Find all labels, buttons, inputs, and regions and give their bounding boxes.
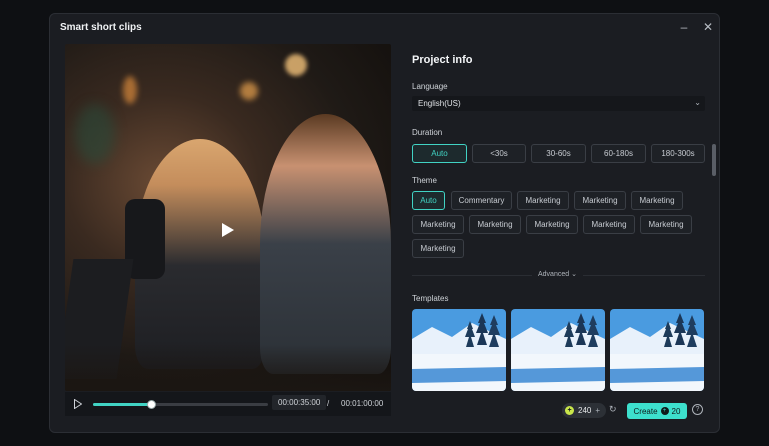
duration-auto[interactable]: Auto xyxy=(412,144,467,163)
template-thumbnail[interactable] xyxy=(610,309,704,391)
duration-60-180s[interactable]: 60-180s xyxy=(591,144,646,163)
advanced-toggle[interactable]: Advanced ⌄ xyxy=(532,270,583,278)
progress-slider[interactable] xyxy=(93,400,268,409)
smart-short-clips-dialog: Smart short clips – ✕ 00:00:35:00 / 00:0… xyxy=(49,13,720,433)
play-icon[interactable] xyxy=(74,399,82,409)
theme-marketing[interactable]: Marketing xyxy=(574,191,626,210)
credits-value: 240 xyxy=(578,406,592,415)
theme-label: Theme xyxy=(412,176,437,185)
language-label: Language xyxy=(412,82,448,91)
chevron-down-icon: ⌄ xyxy=(694,98,701,107)
winter-landscape-image xyxy=(511,309,605,391)
credits-badge[interactable]: + 240 + xyxy=(562,403,606,418)
help-icon[interactable]: ? xyxy=(692,404,703,415)
theme-commentary[interactable]: Commentary xyxy=(451,191,512,210)
chevron-down-icon: ⌄ xyxy=(571,271,577,278)
theme-marketing[interactable]: Marketing xyxy=(640,215,692,234)
template-thumbnail[interactable] xyxy=(511,309,605,391)
progress-fill xyxy=(93,403,151,406)
duration-180-300s[interactable]: 180-300s xyxy=(651,144,705,163)
bokeh-light xyxy=(285,54,307,76)
create-button[interactable]: Create + 20 xyxy=(627,403,687,419)
minimize-icon[interactable]: – xyxy=(676,19,692,35)
man-figure xyxy=(260,114,391,374)
language-select[interactable]: English(US) ⌄ xyxy=(412,96,705,111)
theme-marketing[interactable]: Marketing xyxy=(469,215,521,234)
panel-scrollbar[interactable] xyxy=(712,144,716,176)
templates-label: Templates xyxy=(412,294,449,303)
current-time: 00:00:35:00 xyxy=(272,395,327,410)
coin-icon: + xyxy=(565,406,574,415)
language-value: English(US) xyxy=(418,99,461,108)
time-separator: / xyxy=(327,399,330,408)
theme-marketing[interactable]: Marketing xyxy=(583,215,635,234)
total-time: 00:01:00:00 xyxy=(341,399,384,408)
add-credits-icon[interactable]: + xyxy=(595,406,600,415)
advanced-label: Advanced xyxy=(538,271,570,278)
bokeh-light xyxy=(240,82,258,100)
duration-label: Duration xyxy=(412,128,443,137)
refresh-icon[interactable]: ↻ xyxy=(609,404,617,415)
theme-marketing[interactable]: Marketing xyxy=(517,191,569,210)
table-shadow xyxy=(65,344,391,391)
bokeh-light xyxy=(75,104,115,164)
theme-marketing[interactable]: Marketing xyxy=(526,215,578,234)
duration-under-30s[interactable]: <30s xyxy=(472,144,526,163)
theme-marketing[interactable]: Marketing xyxy=(412,239,464,258)
duration-30-60s[interactable]: 30-60s xyxy=(531,144,586,163)
project-info-heading: Project info xyxy=(412,54,473,66)
player-controls: 00:00:35:00 / 00:01:00:00 xyxy=(65,392,391,416)
theme-marketing[interactable]: Marketing xyxy=(412,215,464,234)
template-thumbnail[interactable] xyxy=(412,309,506,391)
theme-auto[interactable]: Auto xyxy=(412,191,445,210)
video-preview[interactable] xyxy=(65,44,391,391)
coin-icon: + xyxy=(660,407,669,415)
theme-marketing[interactable]: Marketing xyxy=(631,191,683,210)
create-label: Create xyxy=(633,406,658,416)
bokeh-light xyxy=(123,76,137,104)
close-icon[interactable]: ✕ xyxy=(700,19,716,35)
play-icon[interactable] xyxy=(221,222,235,238)
project-info-panel: Project info Language English(US) ⌄ Dura… xyxy=(412,44,708,406)
dialog-title: Smart short clips xyxy=(60,22,142,33)
create-cost: 20 xyxy=(671,406,681,416)
progress-thumb[interactable] xyxy=(146,400,156,409)
winter-landscape-image xyxy=(412,309,506,391)
winter-landscape-image xyxy=(610,309,704,391)
